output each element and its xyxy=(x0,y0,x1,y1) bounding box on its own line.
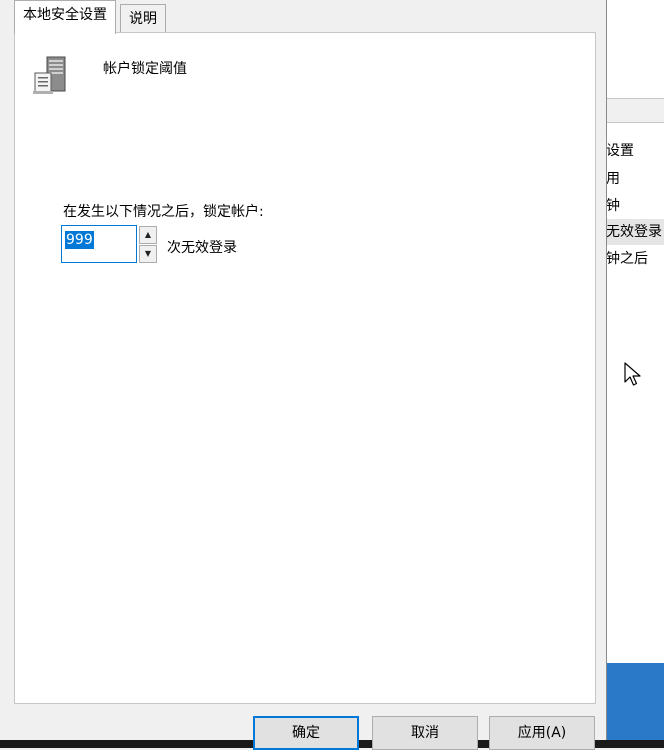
ok-button[interactable]: 确定 xyxy=(253,716,359,750)
background-list-item[interactable]: 用 xyxy=(606,166,664,192)
threshold-input[interactable]: 999 xyxy=(61,225,137,263)
tab-local-security-setting[interactable]: 本地安全设置 xyxy=(14,0,116,34)
server-icon xyxy=(33,56,66,94)
cancel-button[interactable]: 取消 xyxy=(372,716,478,750)
background-list-item[interactable]: 设置 xyxy=(606,138,664,164)
spin-up-icon[interactable]: ▲ xyxy=(139,226,157,244)
background-list-item-selected[interactable]: 无效登录 xyxy=(606,219,664,245)
threshold-value: 999 xyxy=(65,231,94,249)
threshold-unit-label: 次无效登录 xyxy=(167,240,237,256)
lockout-threshold-label: 在发生以下情况之后，锁定帐户: xyxy=(63,204,264,220)
mouse-cursor-icon xyxy=(624,362,641,386)
apply-button[interactable]: 应用(A) xyxy=(489,716,595,750)
tab-explain[interactable]: 说明 xyxy=(120,4,166,33)
background-window-top xyxy=(606,0,664,100)
policy-properties-dialog: 本地安全设置 说明 帐户锁定阈值 在发生以下情况之后，锁定帐户: 999 ▲ ▼… xyxy=(0,0,607,750)
policy-title: 帐户锁定阈值 xyxy=(103,61,187,77)
spin-down-icon[interactable]: ▼ xyxy=(139,245,157,263)
tab-content-panel: 帐户锁定阈值 在发生以下情况之后，锁定帐户: 999 ▲ ▼ 次无效登录 xyxy=(14,32,596,704)
background-list-item[interactable]: 钟 xyxy=(606,193,664,219)
background-list-item[interactable]: 钟之后 xyxy=(606,246,664,272)
background-window-header xyxy=(606,98,664,123)
threshold-spinbox: 999 ▲ ▼ xyxy=(61,225,159,263)
